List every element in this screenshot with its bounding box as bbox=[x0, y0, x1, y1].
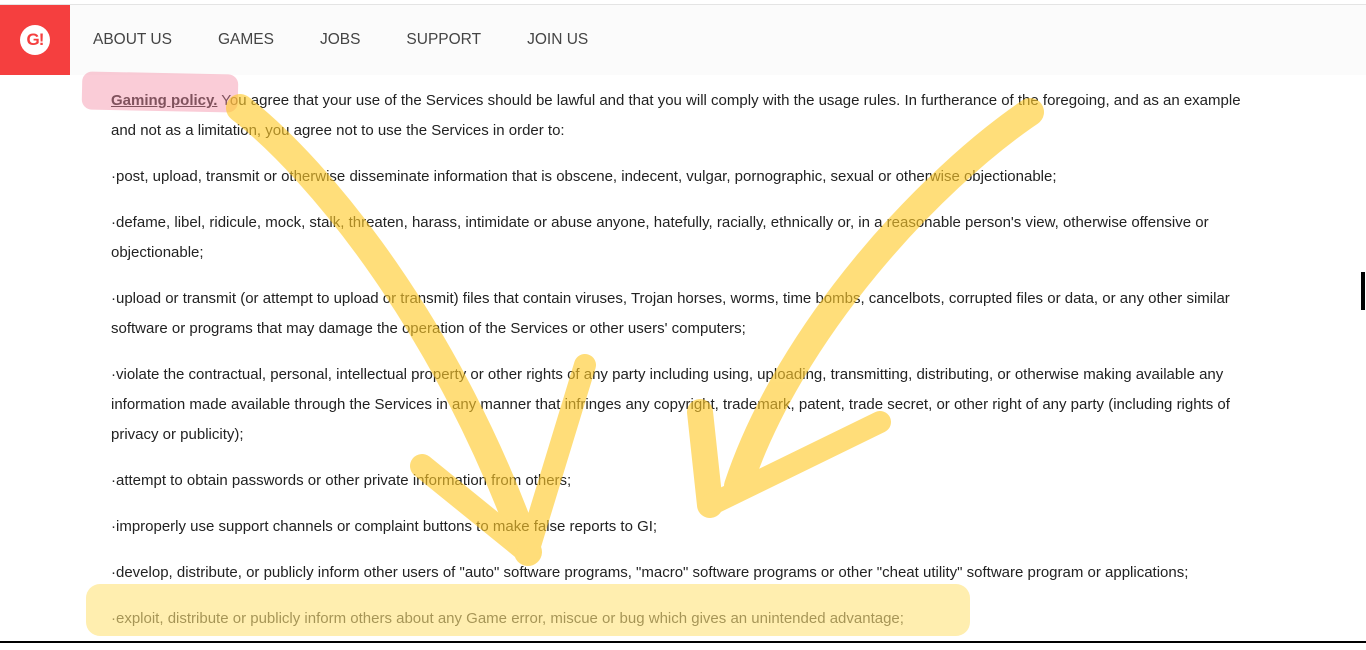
main-nav: ABOUT US GAMES JOBS SUPPORT JOIN US bbox=[93, 5, 634, 75]
policy-item-viruses: ·upload or transmit (or attempt to uploa… bbox=[111, 290, 1230, 337]
nav-join-us[interactable]: JOIN US bbox=[527, 31, 588, 49]
policy-item-cheat-software: ·develop, distribute, or publicly inform… bbox=[111, 564, 1189, 581]
policy-intro-paragraph: Gaming policy. You agree that your use o… bbox=[111, 86, 1261, 146]
nav-games[interactable]: GAMES bbox=[218, 31, 274, 49]
policy-item-rights: ·violate the contractual, personal, inte… bbox=[111, 366, 1230, 443]
policy-intro-text: You agree that your use of the Services … bbox=[111, 92, 1241, 139]
policy-item-defame: ·defame, libel, ridicule, mock, stalk, t… bbox=[111, 214, 1209, 261]
nav-about-us[interactable]: ABOUT US bbox=[93, 31, 172, 49]
policy-content: Gaming policy. You agree that your use o… bbox=[111, 86, 1261, 650]
nav-jobs[interactable]: JOBS bbox=[320, 31, 360, 49]
site-header: G! ABOUT US GAMES JOBS SUPPORT JOIN US bbox=[0, 5, 1366, 75]
nav-support[interactable]: SUPPORT bbox=[406, 31, 481, 49]
policy-item-support-channels: ·improperly use support channels or comp… bbox=[111, 518, 658, 535]
policy-item-passwords: ·attempt to obtain passwords or other pr… bbox=[111, 472, 572, 489]
policy-item-exploit-bugs: ·exploit, distribute or publicly inform … bbox=[111, 610, 904, 627]
logo[interactable]: G! bbox=[0, 5, 70, 75]
gaming-policy-title[interactable]: Gaming policy. bbox=[111, 92, 217, 109]
logo-icon: G! bbox=[20, 25, 50, 55]
scroll-indicator bbox=[1361, 272, 1365, 310]
policy-item-obscene: ·post, upload, transmit or otherwise dis… bbox=[111, 168, 1057, 185]
